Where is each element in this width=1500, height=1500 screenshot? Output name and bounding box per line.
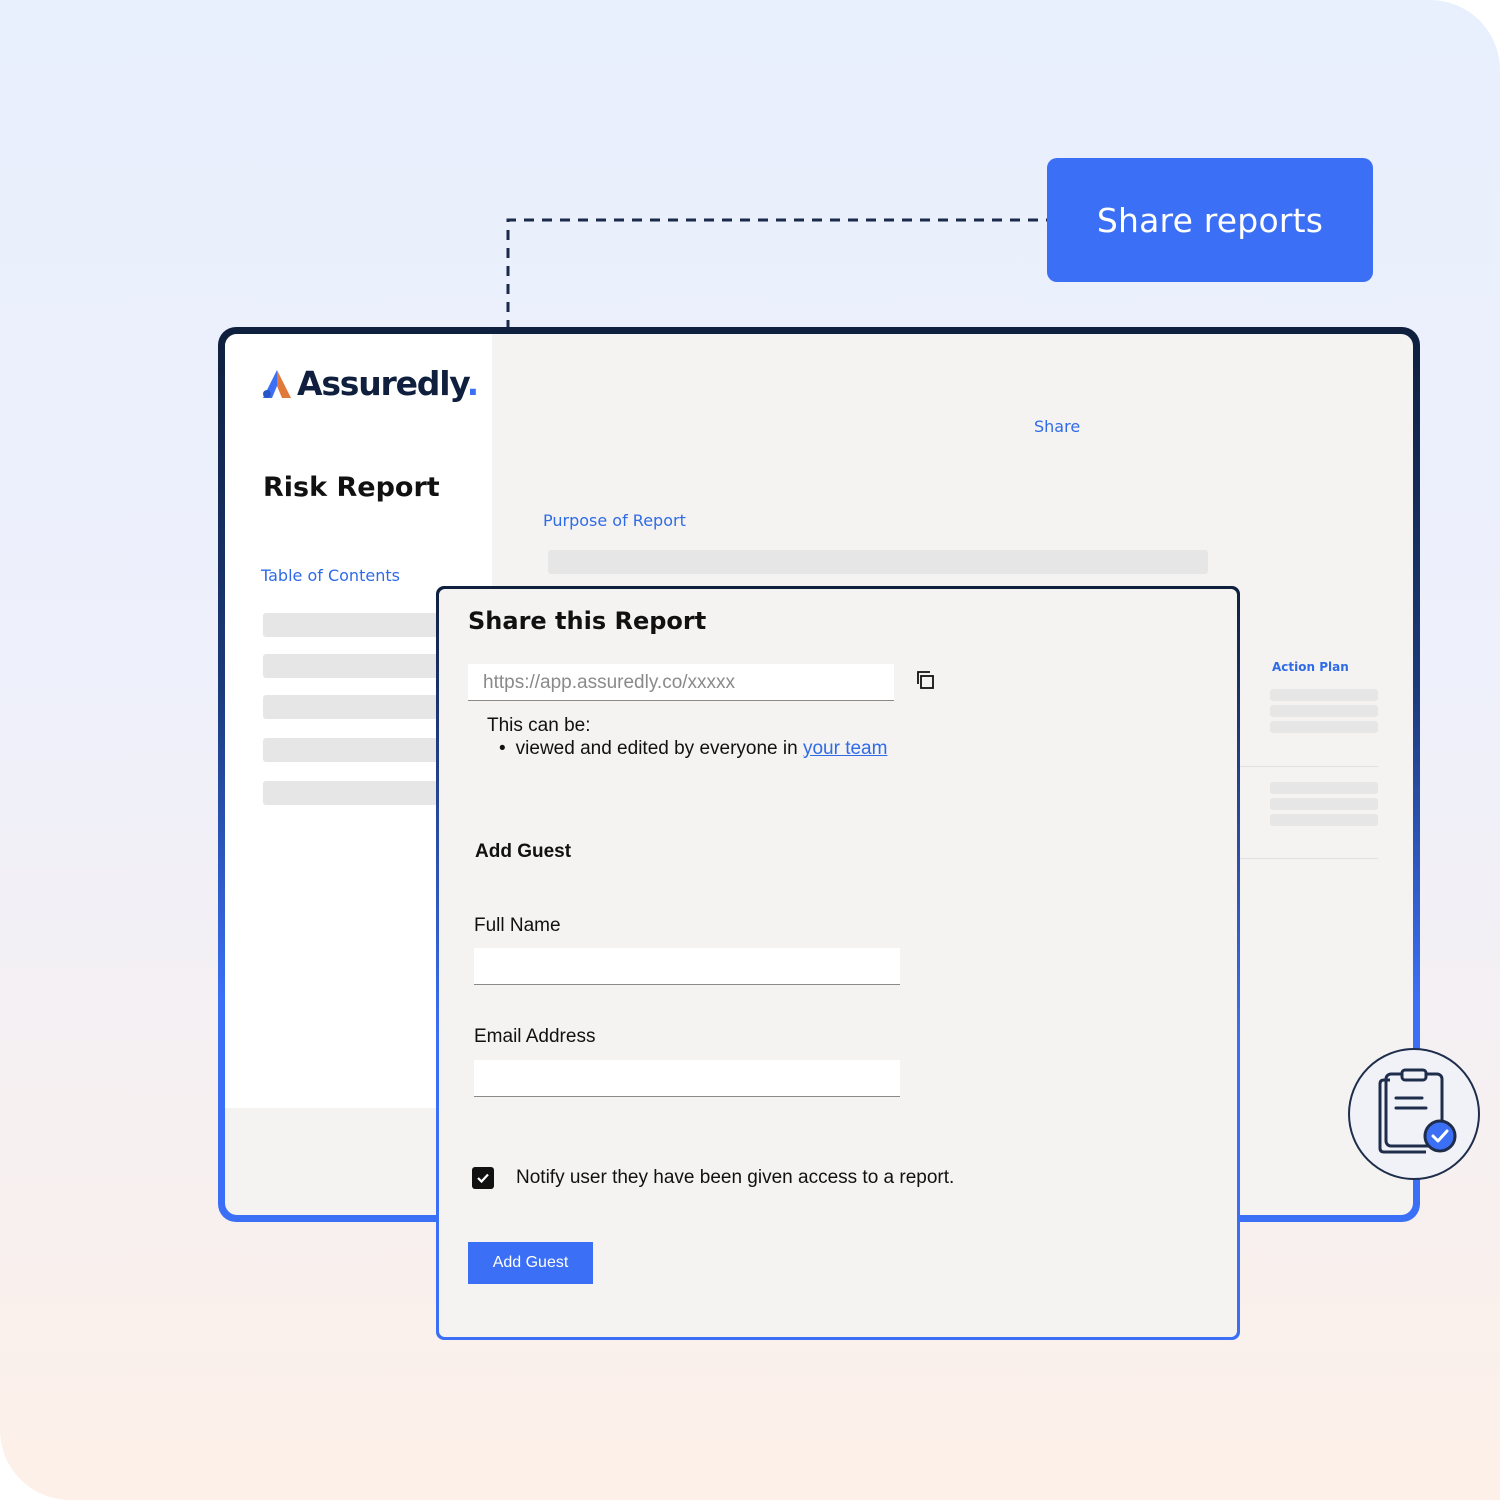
full-name-input[interactable] xyxy=(474,948,900,985)
dashed-connector xyxy=(506,218,1052,330)
notify-checkbox[interactable] xyxy=(472,1167,494,1189)
share-reports-callout: Share reports xyxy=(1047,158,1373,282)
purpose-of-report-heading: Purpose of Report xyxy=(543,511,686,530)
action-plan-heading: Action Plan xyxy=(1272,660,1349,674)
notify-label: Notify user they have been given access … xyxy=(516,1167,955,1188)
copy-icon[interactable] xyxy=(915,669,937,691)
checkmark-icon xyxy=(477,1173,489,1184)
toc-item-placeholder[interactable] xyxy=(263,738,463,762)
your-team-link[interactable]: your team xyxy=(803,738,887,759)
clipboard-badge xyxy=(1348,1048,1480,1180)
divider xyxy=(1235,858,1378,859)
share-report-modal-body: Share this Report https://app.assuredly.… xyxy=(439,589,1237,1337)
toc-item-placeholder[interactable] xyxy=(263,695,463,719)
action-plan-placeholder xyxy=(1270,705,1378,717)
brand-logo[interactable]: Assuredly. xyxy=(261,364,479,403)
action-plan-placeholder xyxy=(1270,689,1378,701)
report-title: Risk Report xyxy=(263,472,440,503)
modal-title: Share this Report xyxy=(468,607,707,635)
divider xyxy=(1235,766,1378,767)
action-plan-placeholder xyxy=(1270,721,1378,733)
action-plan-placeholder xyxy=(1270,782,1378,794)
email-address-label: Email Address xyxy=(474,1026,596,1047)
permissions-text: viewed and edited by everyone in xyxy=(515,738,803,759)
toc-item-placeholder[interactable] xyxy=(263,613,463,637)
permissions-intro: This can be: xyxy=(487,715,591,736)
page-background: Share reports Assuredly. Risk Report Tab… xyxy=(0,0,1500,1500)
add-guest-button[interactable]: Add Guest xyxy=(468,1242,593,1284)
purpose-text-placeholder xyxy=(548,550,1208,574)
toc-item-placeholder[interactable] xyxy=(263,781,463,805)
table-of-contents-heading: Table of Contents xyxy=(261,566,400,585)
share-url-field[interactable]: https://app.assuredly.co/xxxxx xyxy=(468,664,894,701)
action-plan-placeholder xyxy=(1270,798,1378,810)
permissions-list-item: • viewed and edited by everyone in your t… xyxy=(499,738,887,760)
email-address-input[interactable] xyxy=(474,1060,900,1097)
full-name-label: Full Name xyxy=(474,915,561,936)
brand-name: Assuredly. xyxy=(297,364,479,403)
toc-item-placeholder[interactable] xyxy=(263,654,463,678)
assuredly-logo-icon xyxy=(263,369,291,398)
clipboard-check-icon xyxy=(1378,1068,1457,1154)
add-guest-heading: Add Guest xyxy=(475,841,572,862)
callout-label: Share reports xyxy=(1096,200,1324,240)
action-plan-placeholder xyxy=(1270,814,1378,826)
share-report-modal: Share this Report https://app.assuredly.… xyxy=(436,586,1240,1340)
bullet: • xyxy=(499,738,506,759)
share-link[interactable]: Share xyxy=(1034,417,1080,436)
